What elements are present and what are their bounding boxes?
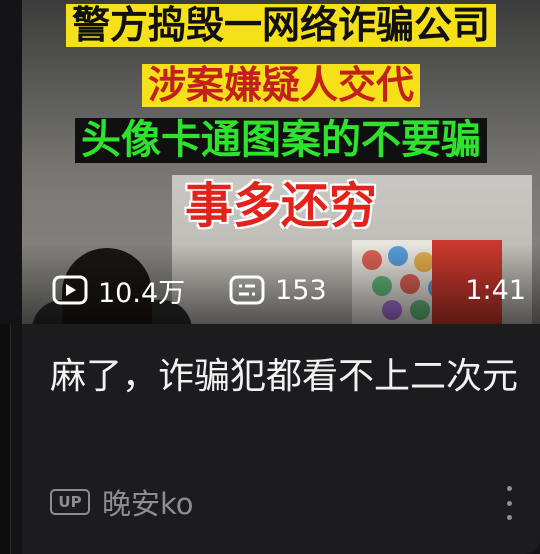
uploader-row[interactable]: UP 晚安ko <box>50 482 194 522</box>
up-badge-icon: UP <box>50 489 90 515</box>
thumbnail-caption: 警方捣毁一网络诈骗公司 <box>22 4 540 47</box>
play-icon <box>52 275 88 305</box>
thumbnail-caption: 事多还穷 <box>184 178 377 234</box>
video-duration: 1:41 <box>465 274 526 306</box>
view-count-label: 10.4万 <box>98 277 186 309</box>
video-title[interactable]: 麻了，诈骗犯都看不上二次元 <box>50 352 528 402</box>
video-stats-bar: 10.4万 153 1:41 <box>52 270 526 310</box>
more-vertical-icon[interactable] <box>502 486 516 520</box>
video-card[interactable]: 警方捣毁一网络诈骗公司 涉案嫌疑人交代 头像卡通图案的不要骗 事多还穷 10.4… <box>22 0 540 554</box>
comment-count: 153 <box>229 275 327 306</box>
feed-page: 警方捣毁一网络诈骗公司 涉案嫌疑人交代 头像卡通图案的不要骗 事多还穷 10.4… <box>0 0 540 554</box>
thumbnail-caption: 头像卡通图案的不要骗 <box>22 118 540 163</box>
thumbnail-caption: 涉案嫌疑人交代 <box>22 64 540 107</box>
comment-count-label: 153 <box>275 274 327 306</box>
uploader-name[interactable]: 晚安ko <box>102 481 194 523</box>
video-thumbnail[interactable]: 警方捣毁一网络诈骗公司 涉案嫌疑人交代 头像卡通图案的不要骗 事多还穷 10.4… <box>22 0 540 324</box>
danmaku-icon <box>229 275 265 305</box>
view-count: 10.4万 <box>52 271 185 310</box>
adjacent-card-edge <box>0 324 11 554</box>
